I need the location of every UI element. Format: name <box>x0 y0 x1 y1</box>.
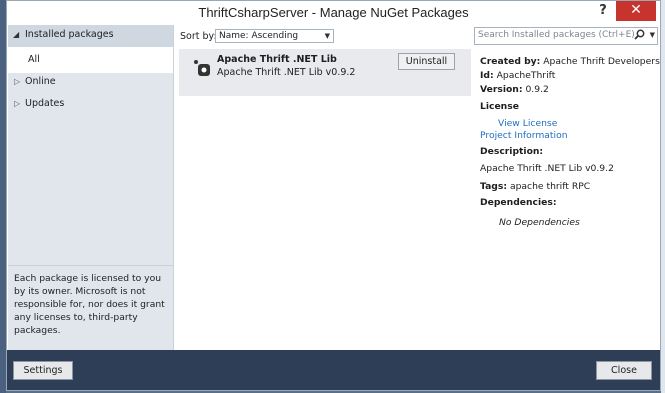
description-label: Description: <box>480 146 544 157</box>
tags-value: apache thrift RPC <box>509 181 591 192</box>
sidebar-item-installed-packages[interactable]: ◢ Installed packages <box>8 25 173 47</box>
id-label: Id: <box>480 70 494 81</box>
view-license-link[interactable]: View License <box>498 118 557 130</box>
help-button[interactable]: ? <box>592 1 614 21</box>
id-value: ApacheThrift <box>496 70 556 81</box>
created-by-row: Created by: Apache Thrift Developers <box>480 56 660 68</box>
license-label: License <box>480 101 519 112</box>
package-description: Apache Thrift .NET Lib v0.9.2 <box>217 67 356 78</box>
no-dependencies-text: No Dependencies <box>499 217 580 228</box>
close-window-button[interactable]: ✕ <box>616 1 656 21</box>
project-information-link[interactable]: Project Information <box>480 130 568 142</box>
window-title: ThriftCsharpServer - Manage NuGet Packag… <box>198 5 469 20</box>
sidebar-item-updates[interactable]: ▷ Updates <box>8 95 173 115</box>
close-button[interactable]: Close <box>596 361 652 380</box>
dependencies-heading: Dependencies: <box>480 197 557 209</box>
sidebar: ◢ Installed packages All ▷ Online ▷ Upda… <box>8 25 174 350</box>
settings-button[interactable]: Settings <box>13 361 73 380</box>
sidebar-item-label: All <box>28 54 40 65</box>
sidebar-item-label: Online <box>25 76 56 87</box>
id-row: Id: ApacheThrift <box>480 70 555 82</box>
version-value: 0.9.2 <box>525 84 549 95</box>
sort-by-dropdown[interactable]: Name: Ascending ▼ <box>215 29 334 43</box>
license-heading: License <box>480 101 519 113</box>
sort-by-value: Name: Ascending <box>219 31 299 41</box>
search-placeholder: Search Installed packages (Ctrl+E) <box>478 30 635 40</box>
package-list-item[interactable]: Apache Thrift .NET Lib Apache Thrift .NE… <box>179 49 471 96</box>
search-dropdown-icon[interactable]: ▼ <box>650 31 655 39</box>
package-icon <box>193 59 211 77</box>
uninstall-button[interactable]: Uninstall <box>398 53 455 70</box>
chevron-down-icon: ▼ <box>324 32 330 40</box>
created-by-value: Apache Thrift Developers <box>543 56 660 67</box>
collapsed-arrow-icon: ▷ <box>14 77 21 86</box>
search-input[interactable]: Search Installed packages (Ctrl+E) ▼ <box>474 27 658 45</box>
title-bar: ThriftCsharpServer - Manage NuGet Packag… <box>7 1 660 25</box>
created-by-label: Created by: <box>480 56 541 67</box>
search-icon[interactable] <box>634 29 645 43</box>
license-notice: Each package is licensed to you by its o… <box>8 265 173 350</box>
nuget-dialog: ThriftCsharpServer - Manage NuGet Packag… <box>6 0 661 391</box>
sidebar-item-online[interactable]: ▷ Online <box>8 73 173 93</box>
expanded-arrow-icon: ◢ <box>13 30 20 39</box>
sort-by-label: Sort by: <box>180 31 217 42</box>
version-label: Version: <box>480 84 523 95</box>
tags-label: Tags: <box>480 181 508 192</box>
collapsed-arrow-icon: ▷ <box>14 99 21 108</box>
dependencies-label: Dependencies: <box>480 197 557 208</box>
background-window-strip-right <box>661 0 665 393</box>
version-row: Version: 0.9.2 <box>480 84 549 96</box>
description-heading: Description: <box>480 146 543 158</box>
sidebar-item-label: Installed packages <box>25 29 114 40</box>
description-value: Apache Thrift .NET Lib v0.9.2 <box>480 163 614 174</box>
tags-row: Tags: apache thrift RPC <box>480 181 590 193</box>
package-name: Apache Thrift .NET Lib <box>217 54 337 65</box>
sidebar-item-all[interactable]: All <box>8 47 173 73</box>
dialog-footer: Settings Close <box>7 350 660 390</box>
sidebar-item-label: Updates <box>25 98 65 109</box>
